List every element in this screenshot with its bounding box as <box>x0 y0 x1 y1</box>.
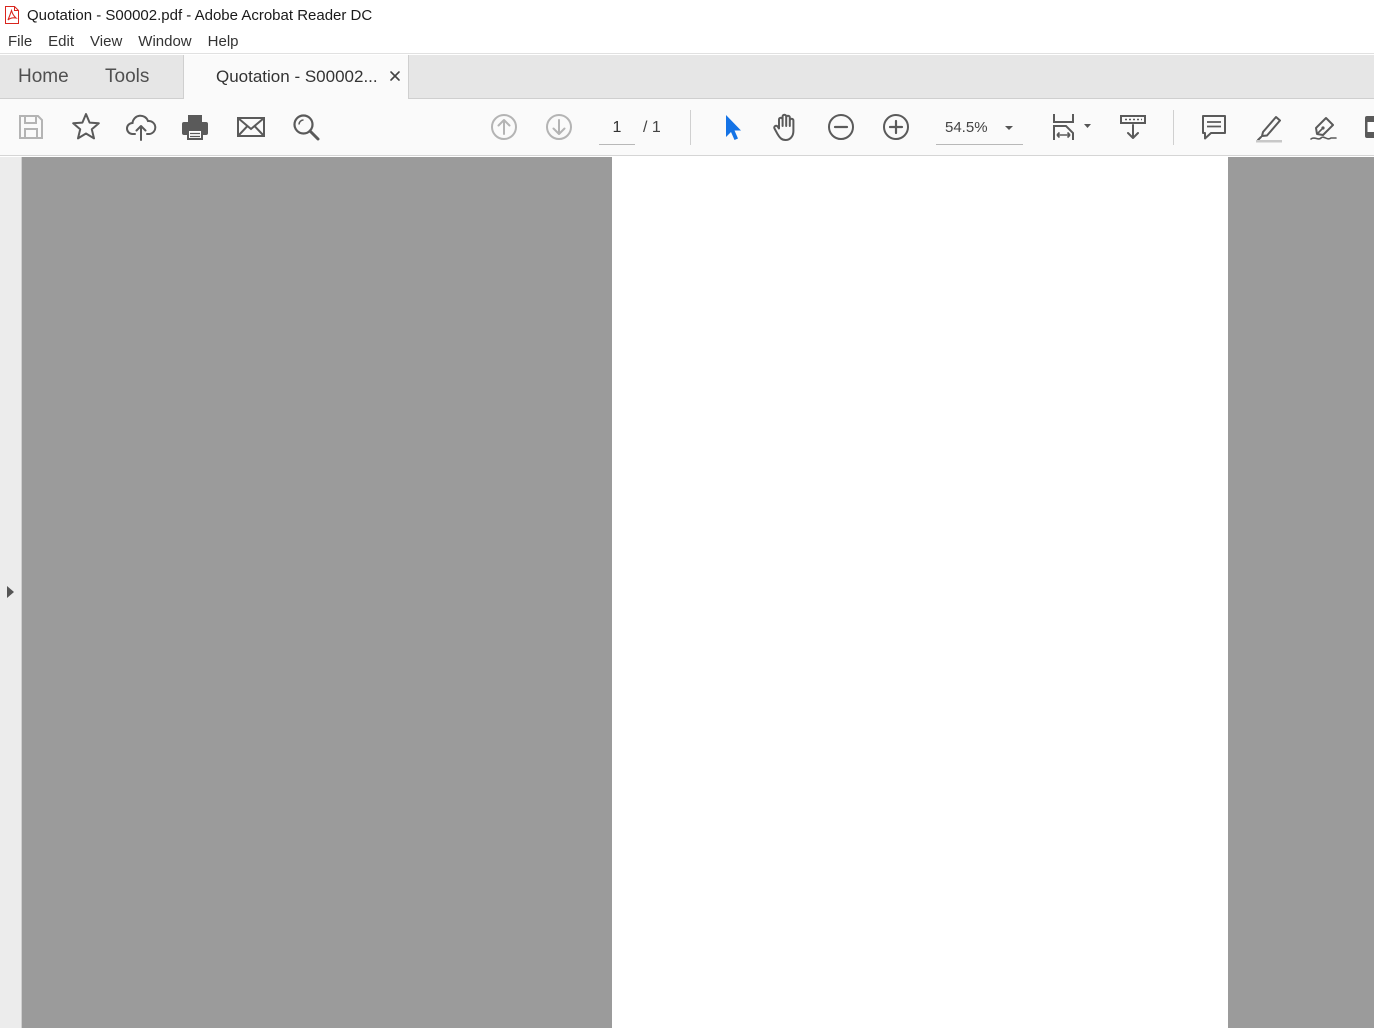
page-total: / 1 <box>643 119 661 136</box>
star-icon <box>72 113 100 140</box>
comment-icon <box>1202 115 1226 140</box>
save-button[interactable] <box>11 107 51 147</box>
arrow-up-circle-icon <box>491 114 517 140</box>
search-icon <box>293 114 320 141</box>
zoom-in-button[interactable] <box>876 107 916 147</box>
close-tab-icon[interactable] <box>387 68 403 84</box>
plus-circle-icon <box>883 114 909 140</box>
minus-circle-icon <box>828 114 854 140</box>
print-icon <box>182 115 208 140</box>
chevron-right-icon[interactable] <box>6 585 16 599</box>
toolbar-separator <box>690 110 691 145</box>
fountain-pen-icon <box>1310 117 1337 140</box>
pdf-page[interactable] <box>612 157 1228 1028</box>
fit-page-icon <box>1053 114 1091 140</box>
next-page-button[interactable] <box>539 107 579 147</box>
menu-bar: File Edit View Window Help <box>0 30 1374 54</box>
print-button[interactable] <box>175 107 215 147</box>
find-button[interactable] <box>286 107 326 147</box>
save-icon <box>19 115 43 139</box>
mail-icon <box>237 117 265 137</box>
page-fit-button[interactable] <box>1046 107 1094 147</box>
scroll-mode-button[interactable] <box>1113 107 1153 147</box>
previous-page-button[interactable] <box>484 107 524 147</box>
menu-help[interactable]: Help <box>200 30 247 54</box>
menu-view[interactable]: View <box>82 30 130 54</box>
pointer-icon <box>726 115 741 140</box>
title-bar: Quotation - S00002.pdf - Adobe Acrobat R… <box>0 0 1374 30</box>
acrobat-window: Quotation - S00002.pdf - Adobe Acrobat R… <box>0 0 1374 1028</box>
comment-button[interactable] <box>1194 107 1234 147</box>
tab-document-label: Quotation - S00002... <box>216 67 378 86</box>
more-tools-button[interactable] <box>1358 107 1374 147</box>
sign-button[interactable] <box>1304 107 1344 147</box>
hand-icon <box>773 113 795 141</box>
pdf-file-icon <box>5 6 19 24</box>
upload-button[interactable] <box>121 107 161 147</box>
tab-home[interactable]: Home <box>18 55 69 99</box>
zoom-out-button[interactable] <box>821 107 861 147</box>
highlighter-icon <box>1256 116 1282 143</box>
navigation-pane <box>0 157 22 1028</box>
zoom-dropdown[interactable]: 54.5% <box>936 112 1023 145</box>
tab-document[interactable]: Quotation - S00002... <box>183 55 409 99</box>
window-title: Quotation - S00002.pdf - Adobe Acrobat R… <box>27 6 373 24</box>
bookmark-button[interactable] <box>66 107 106 147</box>
highlight-button[interactable] <box>1249 107 1289 147</box>
cloud-upload-icon <box>126 114 157 141</box>
email-button[interactable] <box>231 107 271 147</box>
stamp-icon <box>1365 116 1374 138</box>
hand-tool-button[interactable] <box>766 107 806 147</box>
tab-tools[interactable]: Tools <box>105 55 149 99</box>
chevron-down-icon <box>1005 126 1013 130</box>
select-tool-button[interactable] <box>712 107 752 147</box>
menu-edit[interactable]: Edit <box>40 30 82 54</box>
menu-window[interactable]: Window <box>130 30 199 54</box>
scroll-mode-icon <box>1120 115 1146 139</box>
page-number-input[interactable] <box>599 112 635 145</box>
arrow-down-circle-icon <box>546 114 572 140</box>
tab-bar: Home Tools Quotation - S00002... <box>0 55 1374 99</box>
menu-file[interactable]: File <box>0 30 40 54</box>
zoom-value: 54.5% <box>945 119 988 136</box>
toolbar-separator <box>1173 110 1174 145</box>
